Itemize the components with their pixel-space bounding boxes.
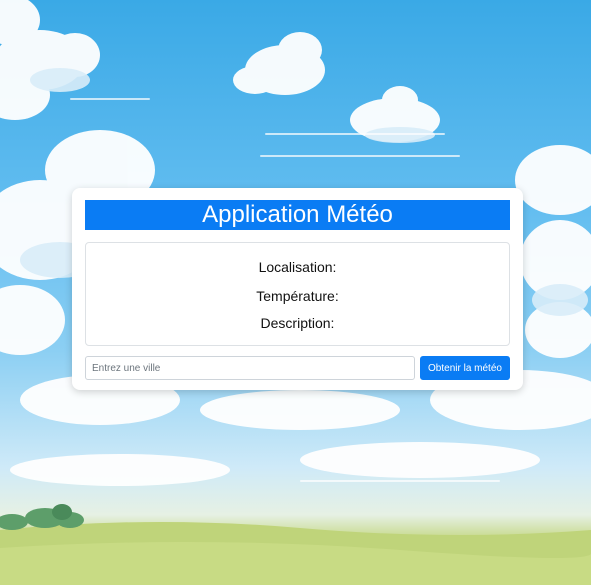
city-input[interactable] (85, 356, 415, 380)
weather-info-panel: Localisation: Température: Description: (85, 242, 510, 346)
app-title: Application Météo (85, 200, 510, 230)
get-weather-button[interactable]: Obtenir la météo (420, 356, 510, 380)
description-label: Description: (260, 315, 335, 331)
weather-card: Application Météo Localisation: Températ… (72, 188, 523, 390)
location-label: Localisation: (258, 259, 337, 275)
sky-background: Application Météo Localisation: Températ… (0, 0, 591, 585)
temperature-label: Température: (256, 288, 339, 304)
